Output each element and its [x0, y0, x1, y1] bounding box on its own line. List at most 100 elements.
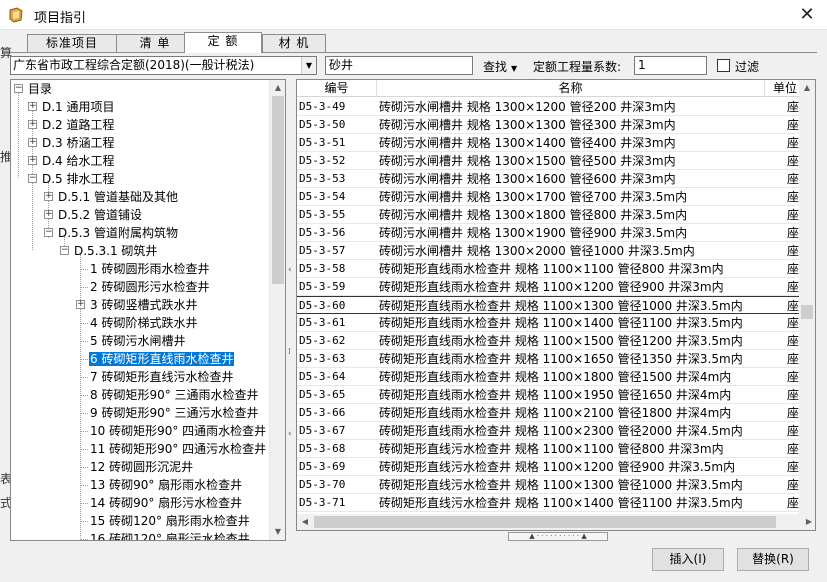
- table-row[interactable]: D5-3-50 砖砌污水闸槽井 规格 1300×1300 管径300 井深3m内座: [297, 116, 801, 134]
- table-row[interactable]: D5-3-52 砖砌污水闸槽井 规格 1300×1500 管径500 井深3m内座: [297, 152, 801, 170]
- tree-leaf-item[interactable]: 7 砖砌矩形直线污水检查井: [11, 368, 234, 386]
- scroll-up-icon[interactable]: ▲: [270, 80, 285, 96]
- tree-leaf-item[interactable]: 4 砖砌阶梯式跌水井: [11, 314, 198, 332]
- collapse-icon[interactable]: −: [60, 246, 69, 255]
- table-row[interactable]: D5-3-57 砖砌污水闸槽井 规格 1300×2000 管径1000 井深3.5…: [297, 242, 801, 260]
- table-row[interactable]: D5-3-63 砖砌矩形直线雨水检查井 规格 1100×1650 管径1350 井…: [297, 350, 801, 368]
- tree-leaf-item[interactable]: 11 砖砌矩形90° 四通污水检查井: [11, 440, 267, 458]
- table-vertical-scrollbar[interactable]: ▲: [799, 80, 815, 515]
- table-row[interactable]: D5-3-56 砖砌污水闸槽井 规格 1300×1900 管径900 井深3.5m…: [297, 224, 801, 242]
- tab-standard-items[interactable]: 标准项目: [27, 34, 117, 52]
- table-row[interactable]: D5-3-69 砖砌矩形直线污水检查井 规格 1100×1200 管径900 井深…: [297, 458, 801, 476]
- search-input[interactable]: 砂井: [325, 56, 473, 75]
- table-row[interactable]: D5-3-67 砖砌矩形直线雨水检查井 规格 1100×2300 管径2000 井…: [297, 422, 801, 440]
- cell-name: 砖砌矩形直线雨水检查井 规格 1100×1300 管径1000 井深3.5m内: [379, 299, 743, 313]
- chevron-left-icon[interactable]: ‹: [288, 429, 292, 439]
- tree-leaf-item[interactable]: 8 砖砌矩形90° 三通雨水检查井: [11, 386, 260, 404]
- column-header-code[interactable]: 编号: [297, 80, 377, 97]
- scrollbar-thumb[interactable]: [272, 96, 284, 284]
- tab-materials[interactable]: 材 机: [262, 34, 326, 52]
- table-row[interactable]: D5-3-65 砖砌矩形直线雨水检查井 规格 1100×1950 管径1650 井…: [297, 386, 801, 404]
- tree-node-item-3[interactable]: + 3 砖砌竖槽式跌水井: [11, 296, 198, 314]
- table-row[interactable]: D5-3-54 砖砌污水闸槽井 规格 1300×1700 管径700 井深3.5m…: [297, 188, 801, 206]
- scroll-right-icon[interactable]: ▶: [801, 514, 815, 530]
- tree-node-root[interactable]: − 目录: [11, 80, 53, 98]
- table-row[interactable]: D5-3-59 砖砌矩形直线雨水检查井 规格 1100×1200 管径900 井深…: [297, 278, 801, 296]
- scroll-left-icon[interactable]: ◀: [297, 514, 313, 530]
- quota-library-select[interactable]: 广东省市政工程综合定额(2018)(一般计税法) ▼: [10, 56, 317, 75]
- tree-leaf-item[interactable]: 9 砖砌矩形90° 三通污水检查井: [11, 404, 260, 422]
- collapse-icon[interactable]: −: [44, 228, 53, 237]
- tree-leaf-item[interactable]: 16 砖砌120° 扇形污水检查井: [11, 530, 251, 540]
- column-header-name[interactable]: 名称: [377, 80, 765, 97]
- scroll-down-icon[interactable]: ▼: [270, 524, 285, 540]
- tree-node-d3[interactable]: + D.3 桥涵工程: [11, 134, 116, 152]
- table-row[interactable]: D5-3-53 砖砌污水闸槽井 规格 1300×1600 管径600 井深3m内座: [297, 170, 801, 188]
- expand-icon[interactable]: +: [44, 210, 53, 219]
- expand-icon[interactable]: +: [28, 102, 37, 111]
- horizontal-splitter[interactable]: ▲ · · · · · · · · · · ▲: [508, 532, 608, 541]
- table-row[interactable]: D5-3-61 砖砌矩形直线雨水检查井 规格 1100×1400 管径1100 井…: [297, 314, 801, 332]
- dropdown-arrow-icon[interactable]: ▼: [301, 57, 316, 74]
- table-row[interactable]: D5-3-62 砖砌矩形直线雨水检查井 规格 1100×1500 管径1200 井…: [297, 332, 801, 350]
- table-row[interactable]: D5-3-71 砖砌矩形直线污水检查井 规格 1100×1400 管径1100 井…: [297, 494, 801, 512]
- tree-leaf-item-selected[interactable]: 6 砖砌矩形直线雨水检查井: [11, 350, 235, 368]
- tab-bill[interactable]: 清 单: [116, 34, 194, 52]
- tree-leaf-item[interactable]: 1 砖砌圆形雨水检查井: [11, 260, 210, 278]
- table-row[interactable]: D5-3-55 砖砌污水闸槽井 规格 1300×1800 管径800 井深3.5m…: [297, 206, 801, 224]
- cell-name: 砖砌污水闸槽井 规格 1300×2000 管径1000 井深3.5m内: [379, 244, 695, 258]
- vertical-splitter[interactable]: ‹ ⁞ ‹: [287, 79, 295, 541]
- tree-leaf-item[interactable]: 14 砖砌90° 扇形污水检查井: [11, 494, 243, 512]
- tree-node-d1[interactable]: + D.1 通用项目: [11, 98, 116, 116]
- chevron-down-icon: ▼: [511, 64, 518, 73]
- table-horizontal-scrollbar[interactable]: ◀ ▶: [297, 514, 815, 530]
- cell-code: D5-3-66: [299, 406, 346, 419]
- insert-button[interactable]: 插入(I): [652, 548, 724, 571]
- table-row[interactable]: D5-3-64 砖砌矩形直线雨水检查井 规格 1100×1800 管径1500 井…: [297, 368, 801, 386]
- cell-code: D5-3-52: [299, 154, 346, 167]
- table-row[interactable]: D5-3-49 砖砌污水闸槽井 规格 1300×1200 管径200 井深3m内座: [297, 98, 801, 116]
- close-button[interactable]: ✕: [787, 0, 827, 30]
- catalog-tree[interactable]: − 目录 + D.1 通用项目 + D.2 道路工程 + D.3 桥涵工程 + …: [10, 79, 286, 541]
- tree-node-d4[interactable]: + D.4 给水工程: [11, 152, 116, 170]
- table-row[interactable]: D5-3-58 砖砌矩形直线雨水检查井 规格 1100×1100 管径800 井深…: [297, 260, 801, 278]
- replace-button[interactable]: 替换(R): [737, 548, 809, 571]
- tree-node-d51[interactable]: + D.5.1 管道基础及其他: [11, 188, 179, 206]
- tab-quota[interactable]: 定 额: [184, 32, 262, 53]
- scrollbar-thumb[interactable]: [801, 305, 813, 319]
- table-row[interactable]: D5-3-68 砖砌矩形直线污水检查井 规格 1100×1100 管径800 井深…: [297, 440, 801, 458]
- tree-leaf-item[interactable]: 13 砖砌90° 扇形雨水检查井: [11, 476, 243, 494]
- tree-node-d2[interactable]: + D.2 道路工程: [11, 116, 116, 134]
- tree-leaf-item[interactable]: 15 砖砌120° 扇形雨水检查井: [11, 512, 251, 530]
- scrollbar-thumb[interactable]: [314, 516, 776, 528]
- scroll-up-icon[interactable]: ▲: [799, 80, 815, 96]
- expand-icon[interactable]: +: [28, 156, 37, 165]
- app-icon: [9, 7, 23, 23]
- chevron-left-icon[interactable]: ‹: [288, 265, 292, 275]
- tree-node-d531[interactable]: − D.5.3.1 砌筑井: [11, 242, 158, 260]
- find-button[interactable]: 查找 ▼: [483, 58, 517, 75]
- tree-leaf-item[interactable]: 12 砖砌圆形沉泥井: [11, 458, 194, 476]
- collapse-icon[interactable]: −: [14, 84, 23, 93]
- tree-scrollbar[interactable]: ▲ ▼: [269, 80, 285, 540]
- cell-code: D5-3-65: [299, 388, 346, 401]
- table-row[interactable]: D5-3-66 砖砌矩形直线雨水检查井 规格 1100×2100 管径1800 井…: [297, 404, 801, 422]
- tree-leaf-item[interactable]: 10 砖砌矩形90° 四通雨水检查井: [11, 422, 267, 440]
- cell-name: 砖砌矩形直线雨水检查井 规格 1100×1950 管径1650 井深4m内: [379, 388, 732, 402]
- expand-icon[interactable]: +: [76, 300, 85, 309]
- expand-icon[interactable]: +: [28, 138, 37, 147]
- table-row[interactable]: D5-3-60 砖砌矩形直线雨水检查井 规格 1100×1300 管径1000 井…: [297, 296, 801, 314]
- tree-leaf-item[interactable]: 5 砖砌污水闸槽井: [11, 332, 186, 350]
- cell-name: 砖砌矩形直线污水检查井 规格 1100×1400 管径1100 井深3.5m内: [379, 496, 743, 510]
- checkbox-icon[interactable]: [717, 59, 730, 72]
- table-row[interactable]: D5-3-51 砖砌污水闸槽井 规格 1300×1400 管径400 井深3m内座: [297, 134, 801, 152]
- table-row[interactable]: D5-3-70 砖砌矩形直线污水检查井 规格 1100×1300 管径1000 井…: [297, 476, 801, 494]
- collapse-icon[interactable]: −: [28, 174, 37, 183]
- tree-node-d5[interactable]: − D.5 排水工程: [11, 170, 116, 188]
- coefficient-input[interactable]: 1: [634, 56, 707, 75]
- expand-icon[interactable]: +: [44, 192, 53, 201]
- tree-node-d52[interactable]: + D.5.2 管道铺设: [11, 206, 143, 224]
- tree-node-d53[interactable]: − D.5.3 管道附属构筑物: [11, 224, 179, 242]
- tree-leaf-item[interactable]: 2 砖砌圆形污水检查井: [11, 278, 210, 296]
- expand-icon[interactable]: +: [28, 120, 37, 129]
